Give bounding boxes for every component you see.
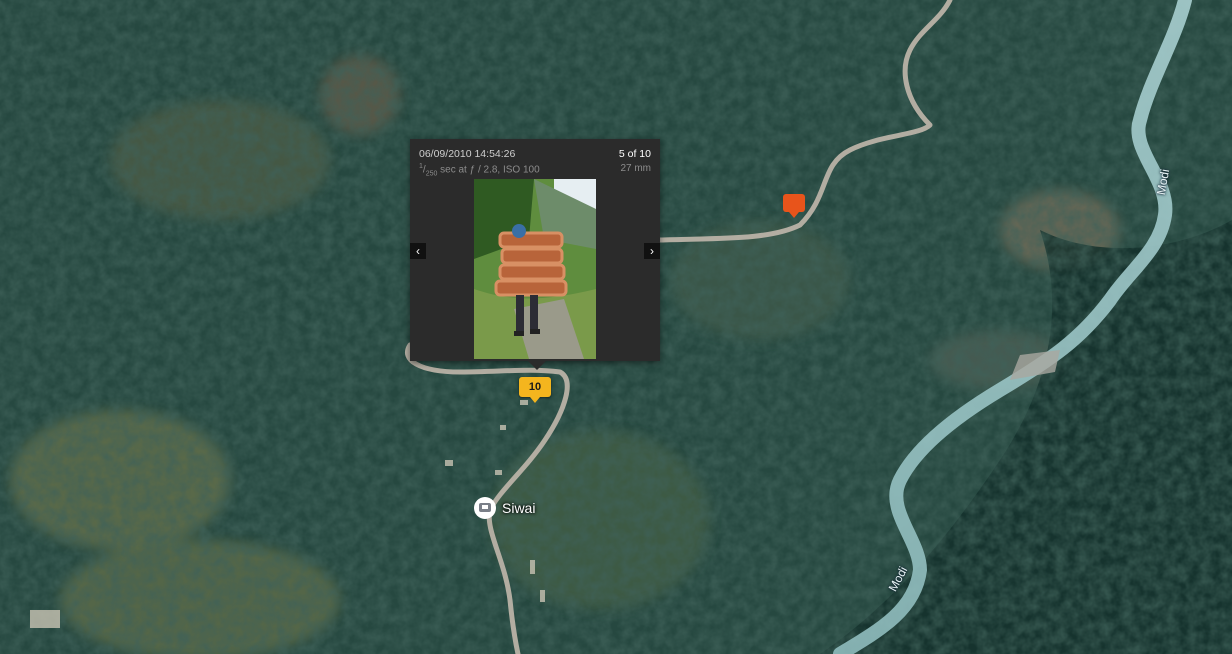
chevron-right-icon: › <box>650 244 654 258</box>
photo-popup: 06/09/2010 14:54:26 1/250 sec at ƒ / 2.8… <box>410 139 660 370</box>
photo-thumbnail[interactable] <box>474 179 596 359</box>
photo-exif: 1/250 sec at ƒ / 2.8, ISO 100 <box>419 163 540 178</box>
next-photo-button[interactable]: › <box>644 243 660 259</box>
exif-settings: sec at ƒ / 2.8, ISO 100 <box>437 164 540 176</box>
photo-datetime: 06/09/2010 14:54:26 <box>419 148 516 160</box>
chevron-left-icon: ‹ <box>416 244 420 258</box>
village-icon <box>474 497 496 519</box>
cluster-count: 10 <box>528 381 542 393</box>
place-label: Siwai <box>502 500 536 516</box>
shutter-numerator: 1 <box>419 163 423 170</box>
shutter-denominator: 250 <box>425 170 438 178</box>
photo-focal-length: 27 mm <box>620 163 651 174</box>
photo-cluster-marker[interactable]: 10 <box>519 377 551 403</box>
photo-counter: 5 of 10 <box>618 148 651 160</box>
prev-photo-button[interactable]: ‹ <box>410 243 426 259</box>
photo-marker[interactable] <box>783 194 805 218</box>
